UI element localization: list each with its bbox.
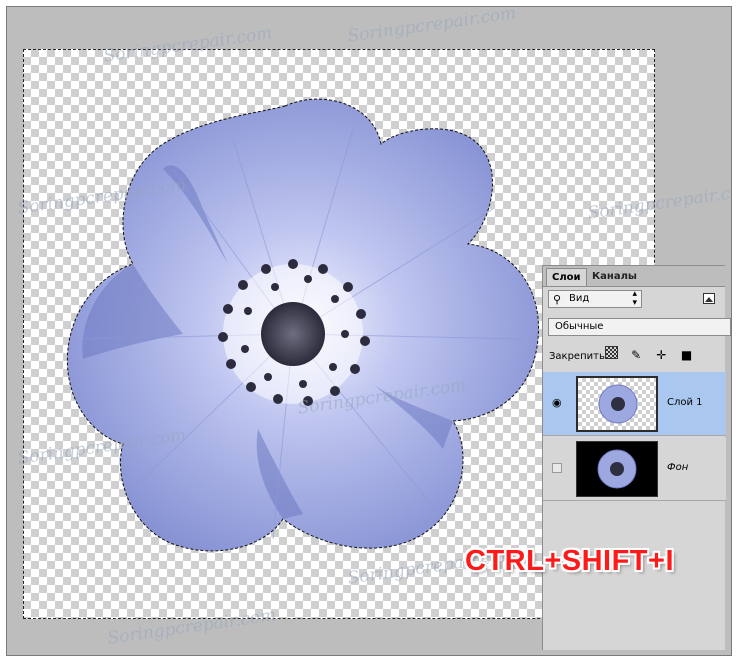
lock-label: Закрепить: bbox=[549, 351, 609, 362]
visibility-toggle-off[interactable] bbox=[552, 463, 562, 473]
tab-layers[interactable]: Слои bbox=[546, 268, 587, 286]
watermark: Soringpcrepair.com bbox=[346, 7, 518, 47]
brush-icon[interactable]: ✎ bbox=[629, 348, 643, 362]
flower-center bbox=[261, 302, 325, 366]
move-icon[interactable]: ✛ bbox=[654, 348, 668, 362]
layer-name: Слой 1 bbox=[667, 397, 703, 408]
layer-row-layer1[interactable]: ◉ Слой 1 bbox=[543, 372, 726, 436]
layer-name: Фон bbox=[667, 462, 689, 473]
updown-arrows-icon: ▴ ▾ bbox=[632, 289, 637, 308]
lock-transparent-icon[interactable] bbox=[605, 346, 618, 359]
layer-thumbnail bbox=[576, 441, 658, 497]
layer-thumbnail bbox=[576, 376, 658, 432]
lock-controls: ✎ ✛ ■ bbox=[605, 346, 702, 364]
blend-mode-select[interactable]: Обычные bbox=[548, 318, 731, 336]
shortcut-label: CTRL+SHIFT+I bbox=[465, 545, 675, 577]
layers-panel: Слои Каналы ⚲ Вид ▴ ▾ Обычные Закрепить: … bbox=[542, 265, 731, 650]
photoshop-workspace: Soringpcrepair.com Soringpcrepair.com So… bbox=[7, 7, 731, 655]
eye-icon[interactable]: ◉ bbox=[552, 397, 562, 408]
layer-row-background[interactable]: Фон bbox=[543, 437, 726, 501]
panel-tabs: Слои Каналы bbox=[543, 266, 725, 287]
filter-label: Вид bbox=[569, 293, 590, 304]
image-filter-icon[interactable] bbox=[703, 293, 715, 304]
lock-icon[interactable]: ■ bbox=[680, 348, 694, 362]
tab-channels[interactable]: Каналы bbox=[587, 268, 642, 286]
search-icon: ⚲ bbox=[553, 293, 562, 306]
layer-filter-select[interactable]: ⚲ Вид ▴ ▾ bbox=[548, 290, 642, 308]
